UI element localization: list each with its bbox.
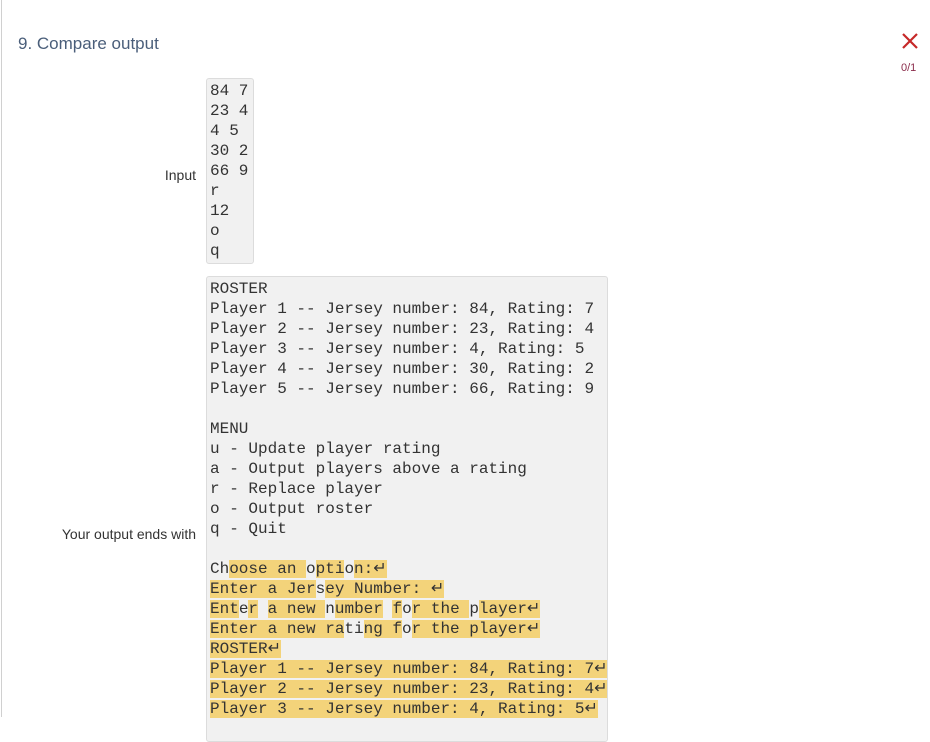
output-line: r - Replace player bbox=[210, 480, 383, 498]
output-line: Player 5 -- Jersey number: 66, Rating: 9 bbox=[210, 380, 595, 398]
diff-line: Player 1 -- Jersey number: 84, Rating: 7… bbox=[210, 659, 608, 679]
diff-highlight: n:↵ bbox=[354, 560, 387, 578]
close-icon bbox=[902, 33, 918, 49]
input-line: 12 bbox=[210, 202, 230, 220]
diff-highlight: ROSTER↵ bbox=[210, 640, 282, 658]
diff-highlight: umber bbox=[334, 600, 383, 618]
diff-highlight: r bbox=[248, 600, 259, 618]
diff-highlight: a new bbox=[267, 600, 326, 618]
diff-match: p bbox=[469, 600, 479, 618]
diff-match: e bbox=[238, 600, 249, 618]
diff-match: ti bbox=[344, 620, 364, 638]
diff-line: ROSTER↵ bbox=[210, 639, 604, 659]
output-line: Player 3 -- Jersey number: 4, Rating: 5 bbox=[210, 340, 585, 358]
diff-highlight: ey Number: ↵ bbox=[325, 580, 445, 598]
input-box: 84 7 23 4 4 5 30 2 66 9 r 12 o q bbox=[206, 78, 254, 264]
output-line: a - Output players above a rating bbox=[210, 460, 527, 478]
output-line: u - Update player rating bbox=[210, 440, 441, 458]
diff-match: Ch bbox=[210, 560, 230, 578]
output-line: q - Quit bbox=[210, 520, 287, 538]
diff-highlight: Enter a new ra bbox=[210, 620, 345, 638]
input-label: Input bbox=[164, 167, 196, 183]
diff-highlight: layer↵ bbox=[478, 600, 541, 618]
diff-highlight: r the bbox=[411, 600, 470, 618]
diff-line: Choose an option:↵ bbox=[210, 559, 604, 579]
input-line: 84 7 bbox=[210, 82, 249, 100]
diff-highlight: oose an bbox=[229, 560, 307, 578]
diff-highlight: ng f bbox=[363, 620, 403, 638]
diff-match: o bbox=[344, 560, 355, 578]
compare-output-card: 9. Compare output 0/1 Input 84 7 23 4 4 5 3… bbox=[1, 0, 930, 742]
diff-line: Player 2 -- Jersey number: 23, Rating: 4… bbox=[210, 679, 608, 699]
diff-match: o bbox=[306, 560, 316, 578]
input-line: r bbox=[210, 182, 220, 200]
input-line: q bbox=[210, 242, 220, 260]
output-label: Your output ends with bbox=[61, 526, 196, 542]
diff-highlight: r the player↵ bbox=[411, 620, 541, 638]
diff-line: Player 3 -- Jersey number: 4, Rating: 5↵ bbox=[210, 699, 604, 719]
output-line: Player 4 -- Jersey number: 30, Rating: 2 bbox=[210, 360, 595, 378]
diff-highlight: Player 2 -- Jersey number: 23, Rating: 4… bbox=[210, 680, 608, 698]
diff-match: n bbox=[325, 600, 335, 618]
diff-line: Enter a new rating for the player↵ bbox=[210, 619, 604, 639]
score-badge: 0/1 bbox=[901, 62, 917, 74]
input-line: 4 5 bbox=[210, 122, 239, 140]
diff-highlight: pti bbox=[315, 560, 345, 578]
output-line: Player 2 -- Jersey number: 23, Rating: 4 bbox=[210, 320, 595, 338]
input-line: 30 2 bbox=[210, 142, 249, 160]
input-line: o bbox=[210, 222, 220, 240]
diff-line: Enter a Jersey Number: ↵ bbox=[210, 579, 604, 599]
diff-highlight: f bbox=[392, 600, 403, 618]
diff-match bbox=[258, 600, 268, 618]
output-line: ROSTER bbox=[210, 280, 268, 298]
diff-highlight: Ent bbox=[210, 600, 239, 618]
input-line: 66 9 bbox=[210, 162, 249, 180]
diff-highlight: Player 3 -- Jersey number: 4, Rating: 5↵ bbox=[210, 700, 598, 718]
diff-highlight: Enter a Jer bbox=[210, 580, 316, 598]
output-box: ROSTER Player 1 -- Jersey number: 84, Rat… bbox=[206, 276, 608, 742]
test-title: 9. Compare output bbox=[18, 34, 159, 53]
diff-match: o bbox=[402, 600, 412, 618]
output-line: Player 1 -- Jersey number: 84, Rating: 7 bbox=[210, 300, 595, 318]
output-line: MENU bbox=[210, 420, 249, 438]
diff-line: Enter a new number for the player↵ bbox=[210, 599, 604, 619]
output-line: o - Output roster bbox=[210, 500, 374, 518]
diff-match: o bbox=[402, 620, 412, 638]
diff-match: s bbox=[315, 580, 326, 598]
input-line: 23 4 bbox=[210, 102, 249, 120]
diff-highlight: Player 1 -- Jersey number: 84, Rating: 7… bbox=[210, 660, 608, 678]
